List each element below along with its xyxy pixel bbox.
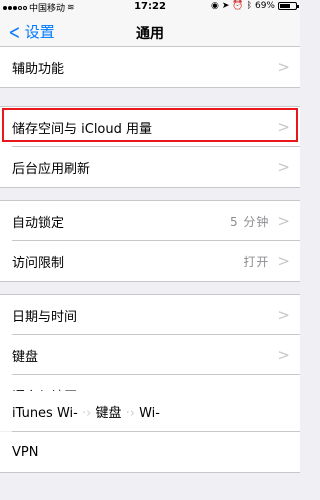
chevron-right-icon: > — [277, 158, 290, 176]
row-vpn[interactable]: VPN — [0, 432, 300, 472]
location-icon: ➤ — [221, 1, 230, 11]
alarm-icon: ⏰ — [232, 1, 244, 11]
watermark-blur: ·› — [81, 405, 92, 421]
lock-rotation-icon: ◉ — [210, 1, 219, 11]
row-value: 5 分钟 — [229, 214, 270, 229]
status-right: ◉ ➤ ⏰ ᛒ 69% — [210, 1, 299, 11]
status-bar: 中国移动 ≋ 17:22 ◉ ➤ ⏰ ᛒ 69% — [0, 0, 300, 14]
chevron-right-icon: > — [277, 252, 290, 270]
row-value: 打开 — [243, 254, 270, 269]
row-label: 后台应用刷新 — [12, 161, 91, 177]
page-title: 通用 — [136, 26, 164, 42]
chevron-right-icon: > — [277, 346, 290, 364]
battery-icon — [278, 2, 299, 10]
chevron-right-icon: > — [277, 212, 290, 230]
row-auto-lock[interactable]: 自动锁定 5 分钟 > — [0, 201, 300, 241]
row-storage-icloud[interactable]: 储存空间与 iCloud 用量 > — [0, 107, 300, 147]
battery-percent: 69% — [254, 1, 275, 11]
row-accessibility[interactable]: 辅助功能 > — [0, 47, 300, 87]
row-label: 日期与时间 — [12, 309, 78, 325]
row-date-time[interactable]: 日期与时间 > — [0, 295, 300, 335]
watermark-blur: ·› — [125, 405, 135, 421]
chevron-right-icon: > — [277, 58, 290, 76]
row-restrictions[interactable]: 访问限制 打开 > — [0, 241, 300, 281]
row-label: 辅助功能 — [12, 61, 65, 77]
row-label: 储存空间与 iCloud 用量 — [12, 121, 153, 137]
navigation-bar: < 设置 通用 — [0, 14, 300, 48]
chevron-right-icon: > — [277, 306, 290, 324]
row-label: 自动锁定 — [12, 215, 65, 231]
row-label: 键盘 — [12, 349, 39, 365]
row-keyboard[interactable]: 键盘 > — [0, 335, 300, 375]
chevron-right-icon: > — [277, 118, 290, 136]
row-itunes-wifi-sync[interactable]: iTunes Wi- ·› 键盘 ·› Wi- — [0, 391, 300, 431]
row-background-refresh[interactable]: 后台应用刷新 > — [0, 147, 300, 187]
row-label: iTunes Wi- ·› 键盘 ·› Wi- — [12, 405, 160, 421]
row-label: VPN — [12, 444, 39, 460]
row-label: 访问限制 — [12, 255, 65, 271]
bluetooth-icon: ᛒ — [246, 1, 252, 11]
